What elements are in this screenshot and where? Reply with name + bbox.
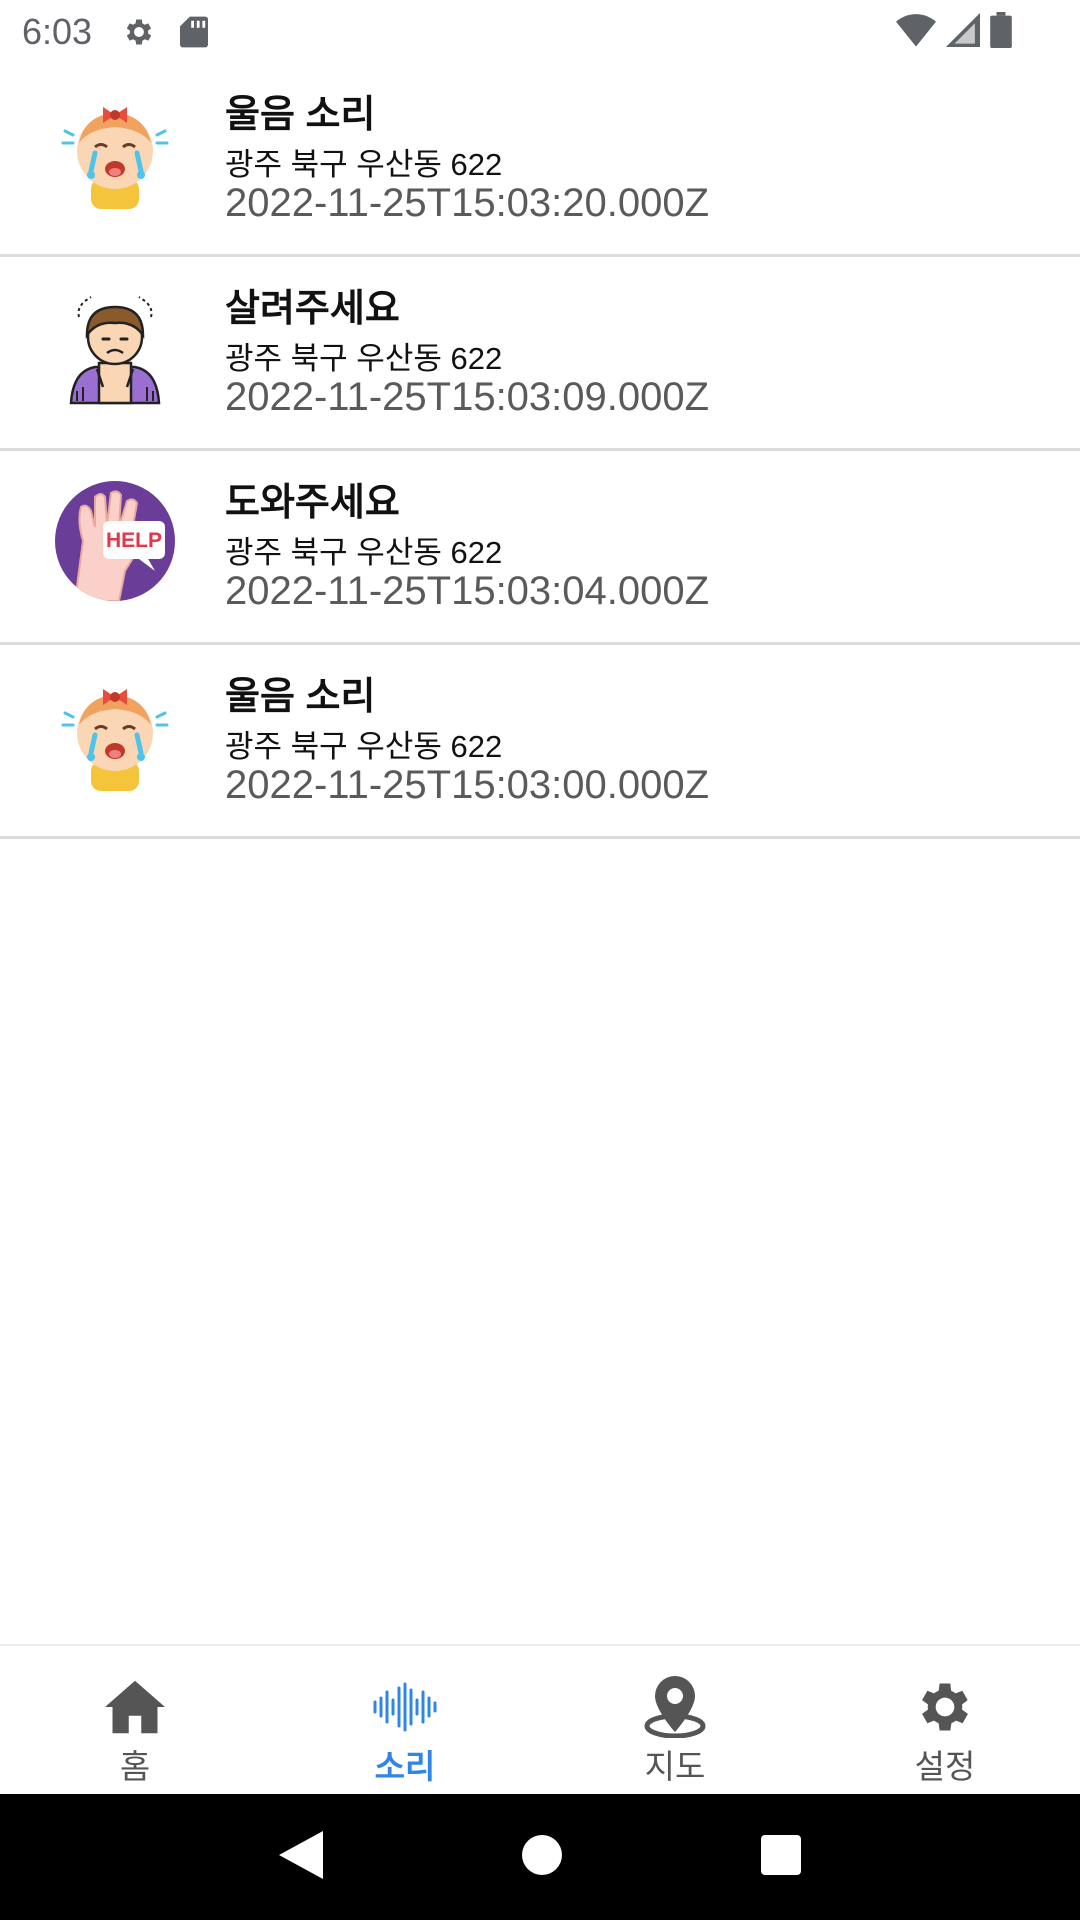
alert-address: 광주 북구 우산동 622	[225, 147, 503, 182]
tab-map[interactable]: 지도	[540, 1646, 810, 1794]
alert-title: 울음 소리	[225, 676, 376, 718]
tab-label: 지도	[644, 1748, 706, 1785]
alert-title: 도와주세요	[225, 482, 400, 524]
status-bar: 6:03	[0, 0, 1080, 63]
alert-address: 광주 북구 우산동 622	[225, 729, 503, 764]
status-time: 6:03	[22, 10, 93, 52]
home-icon	[105, 1674, 165, 1740]
back-button[interactable]	[279, 1830, 324, 1884]
tab-settings[interactable]: 설정	[810, 1646, 1080, 1794]
gear-icon	[913, 1674, 977, 1740]
sound-wave-icon	[372, 1674, 438, 1740]
settings-icon	[122, 15, 156, 49]
list-item[interactable]: 살려주세요 광주 북구 우산동 622 2022-11-25T15:03:09.…	[0, 257, 1080, 451]
distressed-person-icon	[55, 287, 175, 407]
alert-title: 울음 소리	[225, 94, 376, 136]
alert-list: 울음 소리 광주 북구 우산동 622 2022-11-25T15:03:20.…	[0, 63, 1080, 839]
crying-baby-icon	[55, 93, 175, 213]
system-nav-bar	[0, 1794, 1080, 1920]
wifi-icon	[896, 13, 936, 52]
tab-label: 설정	[914, 1748, 976, 1785]
alert-time: 2022-11-25T15:03:20.000Z	[225, 181, 710, 225]
tab-label: 소리	[374, 1748, 436, 1785]
alert-address: 광주 북구 우산동 622	[225, 341, 503, 376]
help-hand-icon: HELP	[55, 481, 175, 601]
tab-home[interactable]: 홈	[0, 1646, 270, 1794]
list-item[interactable]: 울음 소리 광주 북구 우산동 622 2022-11-25T15:03:20.…	[0, 63, 1080, 257]
alert-time: 2022-11-25T15:03:00.000Z	[225, 763, 710, 807]
help-badge-text: HELP	[106, 529, 162, 552]
alert-address: 광주 북구 우산동 622	[225, 535, 503, 570]
list-item[interactable]: 울음 소리 광주 북구 우산동 622 2022-11-25T15:03:00.…	[0, 645, 1080, 839]
bottom-tab-bar: 홈 소리 지도 설정	[0, 1644, 1080, 1794]
status-right-icons	[896, 12, 1012, 53]
alert-title: 살려주세요	[225, 288, 400, 330]
screen: 6:03 울음 소리 광주 북구 우산동 622 2022-11-25T15:0…	[0, 0, 1080, 1920]
sd-card-icon	[180, 15, 209, 49]
alert-time: 2022-11-25T15:03:09.000Z	[225, 375, 710, 419]
signal-icon	[946, 13, 980, 52]
battery-icon	[990, 12, 1012, 53]
list-item[interactable]: HELP 도와주세요 광주 북구 우산동 622 2022-11-25T15:0…	[0, 451, 1080, 645]
alert-time: 2022-11-25T15:03:04.000Z	[225, 569, 710, 613]
home-button[interactable]	[521, 1834, 562, 1880]
tab-label: 홈	[119, 1748, 151, 1785]
recents-button[interactable]	[760, 1834, 801, 1880]
map-pin-icon	[643, 1674, 707, 1740]
tab-sound[interactable]: 소리	[270, 1646, 540, 1794]
crying-baby-icon	[55, 675, 175, 795]
